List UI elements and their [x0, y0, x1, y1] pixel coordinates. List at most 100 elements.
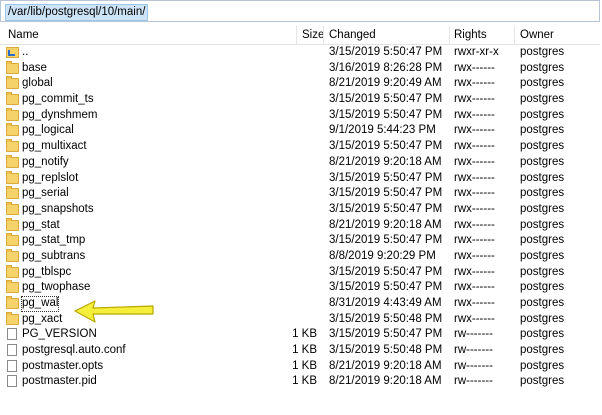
row-name: ..	[22, 46, 29, 58]
row-changed: 3/15/2019 5:50:48 PM	[329, 344, 443, 357]
file-row[interactable]: postmaster.pid 1 KB 8/21/2019 9:20:18 AM rw…	[0, 374, 600, 390]
row-rights: rwx------	[454, 171, 495, 184]
file-row[interactable]: postmaster.opts 1 KB 8/21/2019 9:20:18 AM r…	[0, 359, 600, 375]
row-rights: rwx------	[454, 108, 495, 121]
current-path[interactable]: /var/lib/postgresql/10/main/	[5, 4, 149, 21]
folder-row[interactable]: global 8/21/2019 9:20:49 AM rwx------ postg…	[0, 76, 600, 92]
column-header-owner[interactable]: Owner	[520, 28, 554, 43]
row-changed: 3/15/2019 5:50:47 PM	[329, 46, 443, 58]
row-rights: rwx------	[454, 249, 495, 262]
row-rights: rwx------	[454, 281, 495, 294]
column-header-row: Name Size Changed Rights Owner	[0, 26, 600, 45]
folder-row[interactable]: base 3/16/2019 8:26:28 PM rwx------ postgre…	[0, 60, 600, 77]
row-rights: rwx------	[454, 77, 495, 90]
row-owner: postgres	[520, 375, 565, 388]
path-bar[interactable]: /var/lib/postgresql/10/main/	[0, 0, 600, 22]
folder-row[interactable]: pg_stat 8/21/2019 9:20:18 AM rwx------ post…	[0, 217, 600, 234]
row-changed: 3/15/2019 5:50:47 PM	[329, 234, 443, 247]
row-changed: 8/21/2019 9:20:18 AM	[329, 375, 442, 388]
column-header-name[interactable]: Name	[8, 28, 39, 43]
folder-icon	[6, 123, 19, 137]
folder-row[interactable]: pg_multixact 3/15/2019 5:50:47 PM rwx-----…	[0, 139, 600, 155]
row-changed: 3/15/2019 5:50:47 PM	[329, 140, 443, 153]
row-changed: 8/21/2019 9:20:18 AM	[329, 359, 442, 372]
file-list: .. 3/15/2019 5:50:47 PM rwxr-xr-x postgres b…	[0, 45, 600, 390]
folder-icon	[6, 264, 19, 278]
row-name: postmaster.pid	[22, 375, 97, 388]
column-header-size[interactable]: Size	[302, 28, 324, 43]
folder-row[interactable]: pg_replslot 3/15/2019 5:50:47 PM rwx------…	[0, 170, 600, 187]
row-changed: 8/8/2019 9:20:29 PM	[329, 249, 436, 262]
row-changed: 8/21/2019 9:20:49 AM	[329, 77, 442, 90]
row-changed: 3/15/2019 5:50:47 PM	[329, 108, 443, 121]
row-owner: postgres	[520, 234, 565, 247]
file-row[interactable]: PG_VERSION 1 KB 3/15/2019 5:50:47 PM rw----…	[0, 327, 600, 343]
folder-icon	[6, 154, 19, 168]
row-rights: rwx------	[454, 218, 495, 231]
row-changed: 3/15/2019 5:50:47 PM	[329, 281, 443, 294]
row-rights: rwxr-xr-x	[454, 46, 499, 58]
folder-icon	[6, 92, 19, 106]
row-rights: rwx------	[454, 312, 495, 325]
folder-row[interactable]: pg_tblspc 3/15/2019 5:50:47 PM rwx------ po…	[0, 264, 600, 281]
row-name: pg_serial	[22, 187, 69, 200]
row-rights: rwx------	[454, 93, 495, 106]
row-rights: rw-------	[454, 375, 493, 388]
row-owner: postgres	[520, 61, 565, 74]
row-name: pg_replslot	[22, 171, 79, 184]
row-changed: 3/15/2019 5:50:47 PM	[329, 265, 443, 278]
row-changed: 8/31/2019 4:43:49 AM	[329, 297, 442, 309]
folder-icon	[6, 186, 19, 200]
folder-row[interactable]: pg_notify 8/21/2019 9:20:18 AM rwx------ po…	[0, 154, 600, 171]
folder-icon	[6, 311, 19, 325]
row-name: postmaster.opts	[22, 359, 104, 372]
row-size: 1 KB	[292, 375, 317, 388]
file-row[interactable]: postgresql.auto.conf 1 KB 3/15/2019 5:50:4…	[0, 343, 600, 359]
column-divider[interactable]	[449, 26, 450, 44]
folder-row[interactable]: pg_logical 9/1/2019 5:44:23 PM rwx------ po…	[0, 123, 600, 139]
row-name: pg_logical	[22, 124, 74, 137]
row-rights: rwx------	[454, 297, 495, 309]
column-divider[interactable]	[514, 26, 515, 44]
row-rights: rwx------	[454, 140, 495, 153]
folder-row[interactable]: pg_twophase 3/15/2019 5:50:47 PM rwx------…	[0, 280, 600, 296]
parent-directory-row[interactable]: .. 3/15/2019 5:50:47 PM rwxr-xr-x postgres	[0, 45, 600, 61]
folder-row[interactable]: pg_dynshmem 3/15/2019 5:50:47 PM rwx------…	[0, 107, 600, 124]
row-name: pg_xact	[22, 312, 63, 325]
row-owner: postgres	[520, 93, 565, 106]
folder-icon	[6, 76, 19, 90]
row-changed: 3/15/2019 5:50:47 PM	[329, 187, 443, 200]
row-changed: 3/15/2019 5:50:47 PM	[329, 93, 443, 106]
row-owner: postgres	[520, 344, 565, 357]
folder-row[interactable]: pg_commit_ts 3/15/2019 5:50:47 PM rwx-----…	[0, 92, 600, 108]
row-rights: rwx------	[454, 265, 495, 278]
row-owner: postgres	[520, 46, 565, 58]
column-header-rights[interactable]: Rights	[454, 28, 487, 43]
row-owner: postgres	[520, 202, 565, 215]
row-name: pg_commit_ts	[22, 93, 94, 106]
arrow-shape	[74, 300, 154, 323]
folder-icon	[6, 217, 19, 231]
parent-folder-icon	[6, 47, 19, 58]
row-name: pg_wal	[21, 296, 60, 312]
column-divider[interactable]	[323, 26, 324, 44]
row-rights: rwx------	[454, 124, 495, 137]
folder-icon	[6, 296, 19, 309]
folder-row[interactable]: pg_snapshots 3/15/2019 5:50:47 PM rwx-----…	[0, 201, 600, 218]
folder-row[interactable]: pg_stat_tmp 3/15/2019 5:50:47 PM rwx------…	[0, 233, 600, 249]
row-rights: rwx------	[454, 187, 495, 200]
row-name: pg_dynshmem	[22, 108, 98, 121]
folder-row[interactable]: pg_serial 3/15/2019 5:50:47 PM rwx------ po…	[0, 186, 600, 202]
row-size: 1 KB	[292, 359, 317, 372]
file-browser-panel: /var/lib/postgresql/10/main/ Name Size C…	[0, 0, 602, 415]
row-owner: postgres	[520, 187, 565, 200]
row-rights: rwx------	[454, 202, 495, 215]
row-owner: postgres	[520, 218, 565, 231]
column-divider[interactable]	[296, 26, 297, 44]
folder-icon	[6, 107, 19, 121]
row-owner: postgres	[520, 124, 565, 137]
row-owner: postgres	[520, 108, 565, 121]
row-name: base	[22, 61, 47, 74]
column-header-changed[interactable]: Changed	[329, 28, 376, 43]
folder-row[interactable]: pg_subtrans 8/8/2019 9:20:29 PM rwx------ p…	[0, 248, 600, 265]
